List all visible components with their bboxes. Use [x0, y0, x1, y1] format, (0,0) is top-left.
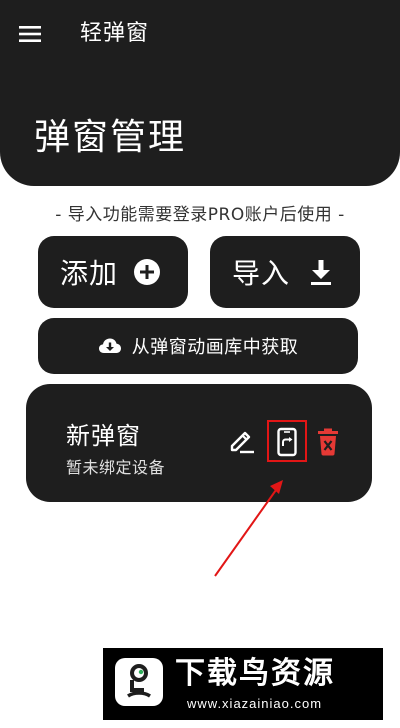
cloud-download-icon [98, 338, 121, 353]
popup-card-title: 新弹窗 [66, 422, 141, 450]
import-button[interactable]: 导入 [210, 236, 360, 308]
header: 轻弹窗 弹窗管理 [0, 0, 400, 186]
edit-button[interactable] [226, 426, 258, 458]
watermark-url: www.xiazainiao.com [187, 696, 323, 711]
pro-notice: - 导入功能需要登录PRO账户后使用 - [55, 205, 345, 225]
watermark: 下载鸟资源 www.xiazainiao.com [103, 648, 383, 720]
gallery-button-label: 从弹窗动画库中获取 [131, 337, 299, 358]
bind-device-icon [277, 427, 297, 457]
download-icon [311, 260, 332, 285]
app-screen: 轻弹窗 弹窗管理 - 导入功能需要登录PRO账户后使用 - 添加 导入 从弹窗动… [0, 0, 400, 728]
popup-card[interactable]: 新弹窗 暂未绑定设备 [26, 384, 372, 502]
edit-icon [230, 431, 254, 454]
app-title: 轻弹窗 [80, 21, 150, 46]
popup-card-subtitle: 暂未绑定设备 [66, 458, 166, 477]
bird-logo-icon [115, 658, 163, 706]
delete-button[interactable] [312, 426, 344, 458]
plus-circle-icon [134, 259, 161, 285]
menu-icon [19, 26, 41, 42]
add-button[interactable]: 添加 [38, 236, 188, 308]
menu-button[interactable] [14, 18, 46, 50]
page-title: 弹窗管理 [34, 117, 187, 158]
watermark-title: 下载鸟资源 [175, 656, 335, 691]
add-button-label: 添加 [60, 257, 119, 290]
delete-icon [318, 428, 338, 456]
import-button-label: 导入 [232, 257, 291, 290]
bind-device-button[interactable] [271, 426, 303, 458]
gallery-button[interactable]: 从弹窗动画库中获取 [38, 318, 358, 374]
